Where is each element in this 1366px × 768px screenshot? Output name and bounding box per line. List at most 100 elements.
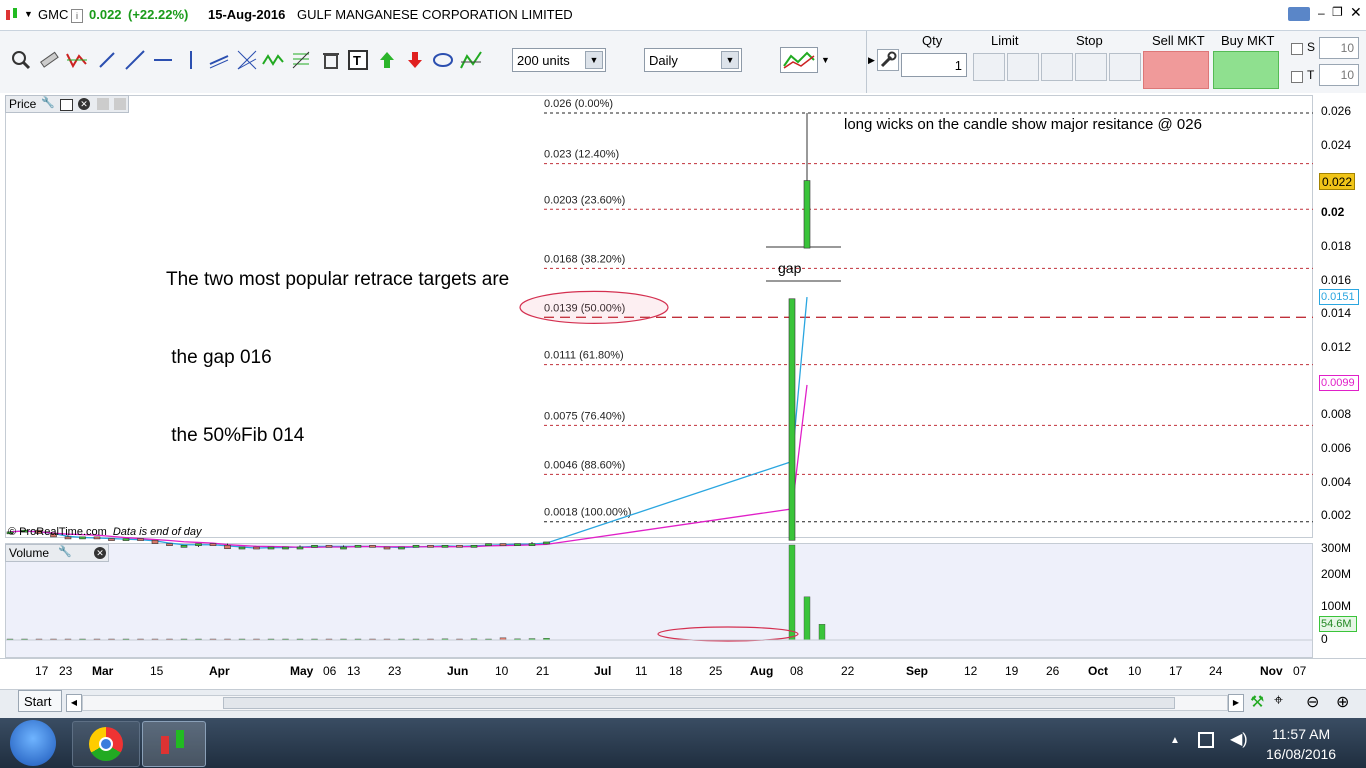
stop-buy-button[interactable]: [1041, 53, 1073, 81]
buy-arrow-icon[interactable]: [376, 49, 398, 71]
t-input[interactable]: 10: [1319, 64, 1359, 86]
start-label: Start: [24, 694, 52, 709]
stop-sell-button[interactable]: [1075, 53, 1107, 81]
candle-body: [354, 545, 362, 548]
gap-label: gap: [778, 260, 802, 276]
wave-icon[interactable]: [262, 49, 284, 71]
period-select[interactable]: Daily ▼: [644, 48, 742, 72]
sell-arrow-icon[interactable]: [404, 49, 426, 71]
chrome-taskbar-button[interactable]: [72, 721, 140, 767]
candle-body: [499, 543, 507, 546]
current-price-badge: 0.022: [1319, 173, 1355, 190]
candle-body: [369, 545, 376, 548]
zigzag-icon[interactable]: [66, 49, 88, 71]
units-select[interactable]: 200 units ▼: [512, 48, 606, 72]
ellipse-icon[interactable]: [432, 49, 454, 71]
candle-body: [296, 546, 304, 550]
volume-bar: [803, 596, 811, 641]
x-tick-label: 17: [35, 664, 49, 678]
fan-icon[interactable]: [236, 49, 258, 71]
x-tick-label: 11: [635, 664, 648, 678]
restore-icon[interactable]: ❐: [1332, 5, 1343, 19]
price-tick-label: 0.004: [1321, 474, 1352, 489]
x-tick-label: Jul: [594, 664, 612, 678]
minimize-icon[interactable]: –: [1318, 6, 1325, 20]
start-button[interactable]: Start: [18, 690, 62, 712]
fibonacci-icon[interactable]: [290, 49, 312, 71]
zoom-out-icon[interactable]: ⊖: [1306, 692, 1319, 712]
t-value: 10: [1340, 68, 1354, 82]
trash-icon[interactable]: [320, 49, 342, 71]
clock-time[interactable]: 11:57 AM: [1272, 726, 1330, 742]
volume-speaker-icon[interactable]: ◀): [1230, 729, 1248, 749]
annotation-line-1: The two most popular retrace targets are: [166, 269, 510, 290]
price-tick-label: 0.024: [1321, 137, 1352, 152]
candle-body: [151, 539, 159, 544]
candle-body: [108, 538, 115, 541]
x-axis-background: [0, 658, 1366, 687]
horizontal-scrollbar-thumb[interactable]: [223, 697, 1175, 709]
settings-wrench-icon[interactable]: [877, 49, 899, 71]
keyboard-icon[interactable]: [1288, 7, 1310, 21]
pattern-icon[interactable]: [460, 49, 482, 71]
limit-buy-button[interactable]: [973, 53, 1005, 81]
t-checkbox[interactable]: [1291, 71, 1303, 83]
line-icon[interactable]: [124, 49, 146, 71]
text-tool-icon[interactable]: T: [347, 49, 369, 71]
s-checkbox[interactable]: [1291, 43, 1303, 55]
vertical-line-icon[interactable]: [180, 49, 202, 71]
data-note-text: Data is end of day: [112, 526, 202, 538]
title-bar: ▼ GMC i 0.022 (+22.22%) 15-Aug-2016 GULF…: [0, 0, 1366, 31]
candle-body: [122, 538, 130, 541]
x-tick-label: 22: [841, 664, 855, 678]
x-tick-label: 21: [536, 664, 550, 678]
volume-bar: [818, 624, 826, 641]
sell-mkt-button[interactable]: [1143, 51, 1209, 89]
windows-start-orb[interactable]: [10, 720, 56, 766]
indicators-button[interactable]: [780, 47, 818, 73]
horizontal-line-icon[interactable]: [152, 49, 174, 71]
symbol-label[interactable]: GMC: [38, 7, 68, 22]
candle-body: [543, 541, 550, 545]
x-tick-label: 23: [388, 664, 402, 678]
x-tick-label: 23: [59, 664, 73, 678]
close-icon[interactable]: ✕: [1350, 4, 1362, 21]
annotation-line-3: the 50%Fib 014: [166, 425, 305, 446]
volume-bar: [788, 544, 796, 641]
ma-fast-badge: 0.0151: [1319, 289, 1359, 305]
x-tick-label: 13: [347, 664, 361, 678]
stop-trail-button[interactable]: [1109, 53, 1141, 81]
ruler-icon[interactable]: [38, 49, 60, 71]
candle-body: [340, 546, 347, 550]
chrome-icon-center: [99, 737, 113, 751]
buy-mkt-button[interactable]: [1213, 51, 1279, 89]
symbol-dropdown-icon[interactable]: ▼: [24, 9, 33, 19]
limit-sell-button[interactable]: [1007, 53, 1039, 81]
zoom-icon[interactable]: [10, 49, 32, 71]
s-input[interactable]: 10: [1319, 37, 1359, 59]
volume-tick-label: 100M: [1321, 599, 1352, 613]
prorealtime-taskbar-button[interactable]: [142, 721, 206, 767]
candle-body: [238, 546, 246, 550]
clock-date[interactable]: 16/08/2016: [1266, 746, 1336, 762]
auto-scale-icon[interactable]: ⚒: [1250, 692, 1264, 712]
scroll-left-arrow[interactable]: ◀: [66, 694, 82, 712]
zoom-in-icon[interactable]: ⊕: [1336, 692, 1349, 712]
network-icon[interactable]: [1198, 732, 1214, 748]
fib-label: 0.0111 (61.80%): [544, 350, 624, 362]
channel-icon[interactable]: [208, 49, 230, 71]
x-tick-label: Nov: [1260, 664, 1283, 678]
horizontal-scrollbar-track[interactable]: [82, 695, 1228, 711]
indicators-dropdown-icon[interactable]: ▼: [821, 55, 830, 65]
info-icon[interactable]: i: [71, 9, 83, 23]
scroll-right-arrow[interactable]: ▶: [1228, 694, 1244, 712]
tray-expand-icon[interactable]: ▲: [1170, 735, 1180, 746]
expand-arrow-icon[interactable]: ▶: [868, 55, 875, 66]
period-select-value: Daily: [649, 53, 678, 68]
volume-current-value: 54.6M: [1321, 618, 1352, 630]
crosshair-icon[interactable]: ⌖: [1274, 692, 1283, 710]
qty-input[interactable]: 1: [901, 53, 967, 77]
quote-date: 15-Aug-2016: [208, 7, 286, 22]
price-change: (+22.22%): [128, 7, 189, 22]
segment-icon[interactable]: [96, 49, 118, 71]
